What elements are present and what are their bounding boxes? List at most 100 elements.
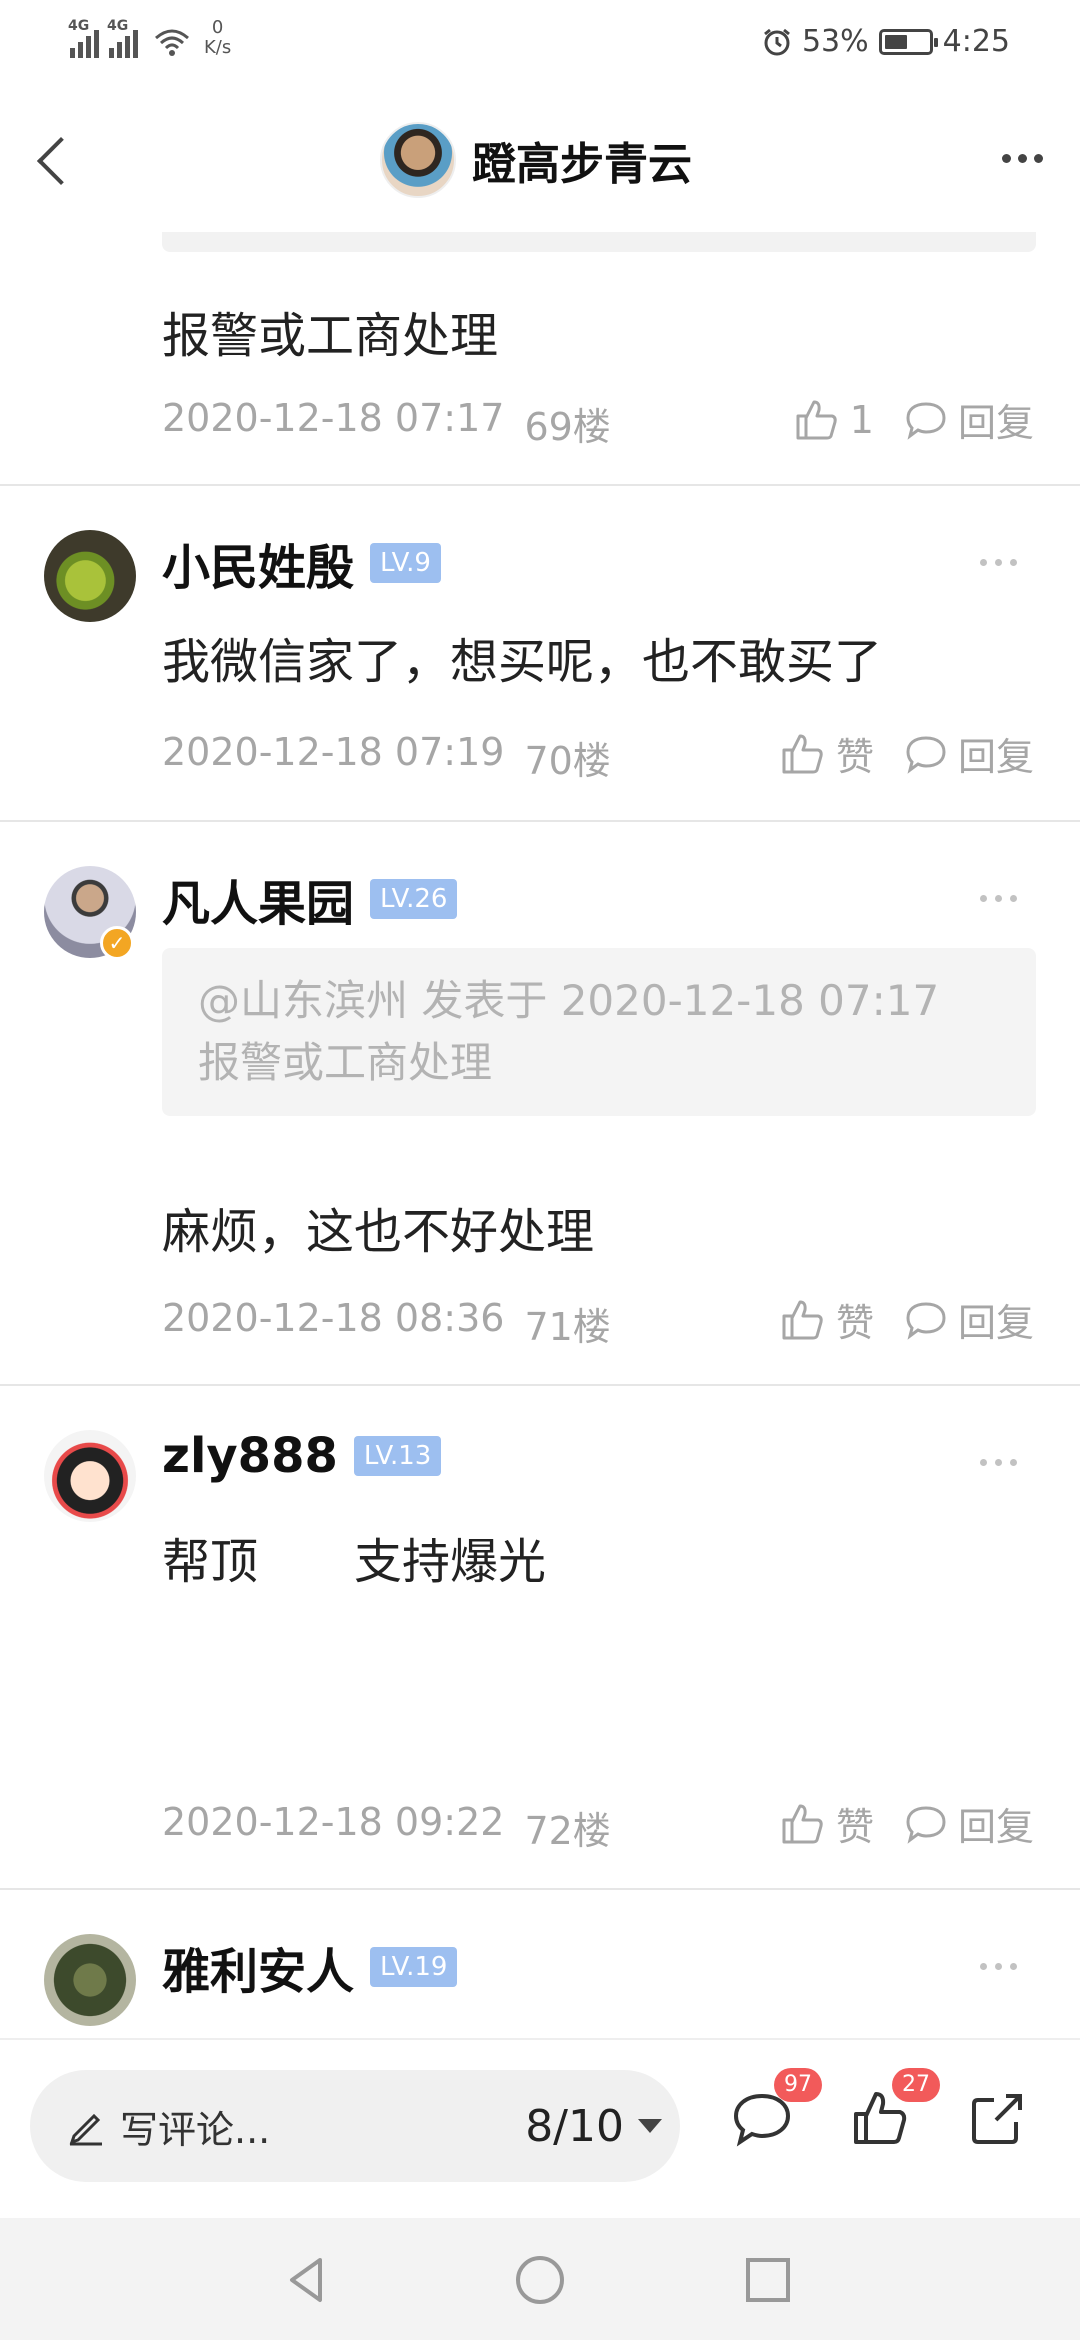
net-speed: 0 K/s xyxy=(204,18,231,58)
comment-actions: 1 回复 xyxy=(792,392,1034,447)
like-button[interactable]: 赞 xyxy=(778,726,874,781)
comment-meta: 2020-12-18 07:19 70楼 xyxy=(162,730,611,785)
comment-more-icon[interactable] xyxy=(980,552,1030,572)
like-post-button[interactable]: 27 xyxy=(848,2068,940,2156)
comment-bubble-icon xyxy=(906,1301,946,1340)
reply-label: 回复 xyxy=(957,1301,1034,1345)
recents-square-icon[interactable] xyxy=(736,2248,800,2312)
comment-bubble-icon xyxy=(906,735,946,774)
status-bar: 4G 4G 0 K/s 53% 4:25 xyxy=(0,0,1080,90)
alarm-icon xyxy=(764,28,790,55)
like-label: 赞 xyxy=(835,735,874,779)
share-icon xyxy=(972,2094,1022,2144)
quote-text: 报警或工商处理 xyxy=(198,1038,493,1087)
quote-header: @山东滨州 发表于 2020-12-18 07:17 xyxy=(198,976,940,1025)
thumbs-up-icon xyxy=(782,734,823,773)
avatar[interactable] xyxy=(44,1430,136,1522)
avatar[interactable] xyxy=(44,1934,136,2026)
reply-button[interactable]: 回复 xyxy=(904,1292,1034,1347)
system-navigation-bar xyxy=(0,2218,1080,2340)
top-navigation: 蹬高步青云 xyxy=(0,100,1080,220)
comment-meta: 2020-12-18 09:22 72楼 xyxy=(162,1800,611,1855)
like-label: 赞 xyxy=(835,1805,874,1849)
comment-item: ✓ 凡人果园 LV.26 @山东滨州 发表于 2020-12-18 07:17 … xyxy=(0,822,1080,1386)
like-label: 赞 xyxy=(835,1301,874,1345)
reply-label: 回复 xyxy=(957,401,1034,445)
signal-icon: 4G xyxy=(68,18,99,58)
thumbs-up-icon xyxy=(796,400,837,439)
username: 凡人果园 xyxy=(162,876,355,932)
net-speed-value: 0 xyxy=(211,17,224,38)
share-button[interactable] xyxy=(966,2086,1036,2156)
comment-actions: 赞 回复 xyxy=(778,1292,1034,1347)
status-right: 53% 4:25 xyxy=(762,24,1010,59)
wifi-icon xyxy=(155,29,189,56)
username: 小民姓殷 xyxy=(162,540,355,596)
avatar[interactable] xyxy=(44,530,136,622)
reply-button[interactable]: 回复 xyxy=(904,1796,1034,1851)
comment-date: 2020-12-18 08:36 xyxy=(162,1296,505,1340)
page-selector[interactable]: 8/10 xyxy=(525,2070,662,2182)
like-button[interactable]: 赞 xyxy=(778,1796,874,1851)
reply-button[interactable]: 回复 xyxy=(904,726,1034,781)
battery-icon xyxy=(878,28,938,55)
comment-author[interactable]: 雅利安人 LV.19 xyxy=(162,1932,458,2002)
like-count-badge: 27 xyxy=(892,2068,940,2102)
comment-item: 小民姓殷 LV.9 我微信家了，想买呢，也不敢买了 2020-12-18 07:… xyxy=(0,486,1080,822)
network-type-label: 4G xyxy=(68,18,90,34)
comment-author[interactable]: 凡人果园 LV.26 xyxy=(162,864,458,934)
comment-bubble-icon xyxy=(906,1805,946,1844)
username: 雅利安人 xyxy=(162,1944,355,2000)
bottom-action-bar: 写评论... 8/10 97 27 xyxy=(0,2038,1080,2218)
like-button[interactable]: 1 xyxy=(792,396,874,444)
comment-meta: 2020-12-18 08:36 71楼 xyxy=(162,1296,611,1351)
quoted-comment[interactable]: @山东滨州 发表于 2020-12-18 07:17 报警或工商处理 xyxy=(162,948,1036,1116)
comment-button[interactable]: 97 xyxy=(730,2068,822,2156)
status-left: 4G 4G 0 K/s xyxy=(68,18,231,58)
reply-button[interactable]: 回复 xyxy=(904,392,1034,447)
more-icon[interactable] xyxy=(992,138,1052,178)
comment-floor: 71楼 xyxy=(524,1305,611,1349)
comment-text: 我微信家了，想买呢，也不敢买了 xyxy=(162,634,883,690)
level-badge: LV.26 xyxy=(370,879,458,919)
comment-actions: 赞 回复 xyxy=(778,726,1034,781)
comment-text: 帮顶 支持爆光 xyxy=(162,1534,547,1590)
page-indicator: 8/10 xyxy=(525,2100,624,2152)
comment-author[interactable]: 小民姓殷 LV.9 xyxy=(162,528,441,598)
like-label: 1 xyxy=(849,397,874,442)
post-author[interactable]: 蹬高步青云 xyxy=(380,122,692,198)
comment-more-icon[interactable] xyxy=(980,1956,1030,1976)
comment-text: 麻烦，这也不好处理 xyxy=(162,1204,595,1260)
comment-item: 雅利安人 LV.19 xyxy=(0,1890,1080,2040)
comment-more-icon[interactable] xyxy=(980,888,1030,908)
comment-placeholder: 写评论... xyxy=(120,2107,271,2152)
comment-floor: 70楼 xyxy=(524,739,611,783)
comment-meta: 2020-12-18 07:17 69楼 xyxy=(162,396,611,451)
page-title: 蹬高步青云 xyxy=(472,139,692,190)
comment-text: 报警或工商处理 xyxy=(162,308,499,364)
username: zly888 xyxy=(162,1428,338,1484)
back-icon[interactable] xyxy=(26,130,86,190)
comment-author[interactable]: zly888 LV.13 xyxy=(162,1428,442,1484)
home-circle-icon[interactable] xyxy=(508,2248,572,2312)
comment-item: 报警或工商处理 2020-12-18 07:17 69楼 1 回复 xyxy=(0,220,1080,486)
level-badge: LV.13 xyxy=(353,1436,442,1476)
comment-bubble-icon xyxy=(906,401,946,440)
like-button[interactable]: 赞 xyxy=(778,1292,874,1347)
verified-icon: ✓ xyxy=(100,926,134,960)
comment-date: 2020-12-18 09:22 xyxy=(162,1800,505,1844)
level-badge: LV.9 xyxy=(370,543,441,583)
net-speed-unit: K/s xyxy=(204,37,232,58)
comment-date: 2020-12-18 07:17 xyxy=(162,396,505,440)
thumbs-up-icon xyxy=(782,1300,823,1339)
comment-input[interactable]: 写评论... 8/10 xyxy=(30,2070,680,2182)
pencil-icon xyxy=(69,2113,102,2146)
avatar[interactable] xyxy=(380,122,456,198)
network-type-label: 4G xyxy=(107,18,129,34)
comment-count-badge: 97 xyxy=(774,2068,822,2102)
reply-label: 回复 xyxy=(957,735,1034,779)
comment-more-icon[interactable] xyxy=(980,1452,1030,1472)
dropdown-triangle-icon xyxy=(638,2119,662,2133)
battery-percent: 53% xyxy=(801,24,869,59)
back-triangle-icon[interactable] xyxy=(276,2248,340,2312)
